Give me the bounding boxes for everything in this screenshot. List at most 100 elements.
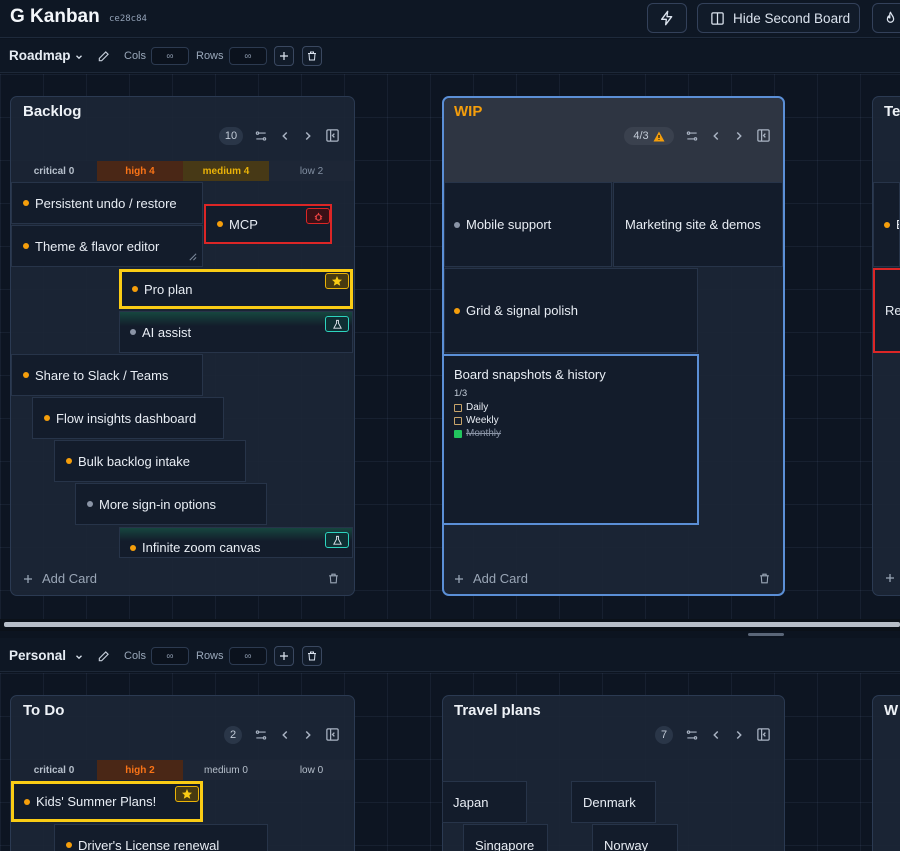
split-bar[interactable] xyxy=(4,622,900,627)
priority-filter-high[interactable]: high 2 xyxy=(97,760,183,780)
card[interactable]: Norway xyxy=(592,824,678,851)
card[interactable]: Bulk backlog intake xyxy=(54,440,246,482)
chevron-right-icon[interactable] xyxy=(732,728,746,742)
hide-second-board-label: Hide Second Board xyxy=(733,10,851,26)
priority-filter-medium[interactable]: medium 4 xyxy=(183,161,269,181)
rows-label: Rows xyxy=(196,650,224,662)
app-version-hash: ce28c84 xyxy=(109,14,147,24)
edit-pencil-icon[interactable] xyxy=(97,649,111,663)
card[interactable]: Share to Slack / Teams xyxy=(11,354,203,396)
lightning-icon xyxy=(661,10,673,26)
cols-input[interactable]: ∞ xyxy=(151,47,189,65)
sort-icon[interactable] xyxy=(254,129,268,143)
checkbox-checked[interactable] xyxy=(454,429,462,438)
cols-label: Cols xyxy=(124,650,147,662)
priority-filter-critical[interactable]: critical 0 xyxy=(11,161,97,181)
add-card-button[interactable]: Add Card xyxy=(453,571,528,586)
chevron-down-icon[interactable] xyxy=(74,52,84,62)
app-header: G Kanban ce28c84 Hide Second Board xyxy=(0,0,900,38)
trash-icon xyxy=(308,651,316,661)
sort-icon[interactable] xyxy=(685,728,699,742)
resize-handle-icon[interactable] xyxy=(188,252,197,261)
checkbox[interactable] xyxy=(454,403,462,412)
delete-board-button[interactable] xyxy=(302,646,322,666)
card-title: Board snapshots & history xyxy=(454,367,606,382)
card[interactable]: Persistent undo / restore xyxy=(11,182,203,224)
sort-icon[interactable] xyxy=(685,129,699,143)
collapse-column-icon[interactable] xyxy=(325,727,340,742)
card-count-badge: 4/3 xyxy=(624,127,674,145)
priority-filter-low[interactable]: low 0 xyxy=(269,760,354,780)
card[interactable]: Pro plan xyxy=(119,269,353,309)
card-title: Bulk backlog intake xyxy=(78,453,191,469)
card[interactable]: More sign-in options xyxy=(75,483,267,525)
sort-icon[interactable] xyxy=(254,728,268,742)
priority-filter-high[interactable]: high 4 xyxy=(97,161,183,181)
card-title: Pro plan xyxy=(144,281,193,297)
card[interactable]: Rel xyxy=(873,268,900,353)
card[interactable]: Denmark xyxy=(571,781,656,823)
add-column-button[interactable] xyxy=(274,646,294,666)
add-column-button[interactable] xyxy=(274,46,294,66)
card[interactable]: Driver's License renewal xyxy=(54,824,268,851)
board-toolbar-personal: Personal Cols ∞ Rows ∞ xyxy=(0,638,900,672)
plus-icon xyxy=(24,574,32,583)
plus-icon[interactable] xyxy=(884,572,896,584)
card[interactable]: Singapore xyxy=(463,824,548,851)
card[interactable]: Theme & flavor editor xyxy=(11,225,203,267)
chevron-left-icon[interactable] xyxy=(709,728,723,742)
chevron-left-icon[interactable] xyxy=(709,129,723,143)
card-title: Share to Slack / Teams xyxy=(35,367,169,383)
add-card-button[interactable]: Add Card xyxy=(22,571,97,586)
quick-action-button[interactable] xyxy=(647,3,687,33)
card-title: Infinite zoom canvas xyxy=(142,540,261,555)
chevron-right-icon[interactable] xyxy=(732,129,746,143)
trash-icon[interactable] xyxy=(327,572,340,585)
card[interactable]: B xyxy=(873,182,900,267)
checklist-item[interactable]: Daily xyxy=(454,402,697,413)
card-title: Japan xyxy=(453,794,489,810)
priority-dot xyxy=(23,200,29,206)
collapse-column-icon[interactable] xyxy=(756,128,771,143)
card[interactable]: Mobile support xyxy=(444,182,612,267)
checklist-item[interactable]: Weekly xyxy=(454,415,697,426)
card[interactable]: Japan xyxy=(442,781,527,823)
checkbox[interactable] xyxy=(454,416,462,425)
board-selector-personal[interactable]: Personal xyxy=(9,648,66,663)
chevron-right-icon[interactable] xyxy=(301,728,315,742)
card[interactable]: AI assist xyxy=(119,311,353,353)
card[interactable]: Marketing site & demos xyxy=(613,182,783,267)
column-title: WIP xyxy=(454,103,483,120)
chevron-right-icon[interactable] xyxy=(301,129,315,143)
priority-dot xyxy=(23,243,29,249)
chevron-left-icon[interactable] xyxy=(278,728,292,742)
checklist-item-label: Monthly xyxy=(466,428,502,439)
edit-pencil-icon[interactable] xyxy=(97,49,111,63)
chevron-down-icon[interactable] xyxy=(74,652,84,662)
trash-icon[interactable] xyxy=(758,572,771,585)
trash-icon xyxy=(308,51,316,61)
card[interactable]: Grid & signal polish xyxy=(444,268,698,353)
cols-input[interactable]: ∞ xyxy=(151,647,189,665)
rows-input[interactable]: ∞ xyxy=(229,47,267,65)
chevron-left-icon[interactable] xyxy=(278,129,292,143)
checklist-item[interactable]: Monthly xyxy=(454,428,697,439)
resize-handle[interactable] xyxy=(748,633,784,636)
priority-filter-medium[interactable]: medium 0 xyxy=(183,760,269,780)
priority-filter-critical[interactable]: critical 0 xyxy=(11,760,97,780)
rows-label: Rows xyxy=(196,50,224,62)
theme-button[interactable] xyxy=(872,3,900,33)
delete-board-button[interactable] xyxy=(302,46,322,66)
hide-second-board-button[interactable]: Hide Second Board xyxy=(697,3,860,33)
card[interactable]: Infinite zoom canvas xyxy=(119,527,353,558)
card-board-snapshots[interactable]: Board snapshots & history 1/3 Daily Week… xyxy=(442,354,699,525)
board-selector-roadmap[interactable]: Roadmap xyxy=(9,48,71,63)
priority-dot xyxy=(24,798,30,805)
rows-input[interactable]: ∞ xyxy=(229,647,267,665)
priority-filter-low[interactable]: low 2 xyxy=(269,161,354,181)
collapse-column-icon[interactable] xyxy=(756,727,771,742)
flame-icon xyxy=(886,11,895,23)
card-title: AI assist xyxy=(142,324,192,340)
collapse-column-icon[interactable] xyxy=(325,128,340,143)
card[interactable]: Flow insights dashboard xyxy=(32,397,224,439)
